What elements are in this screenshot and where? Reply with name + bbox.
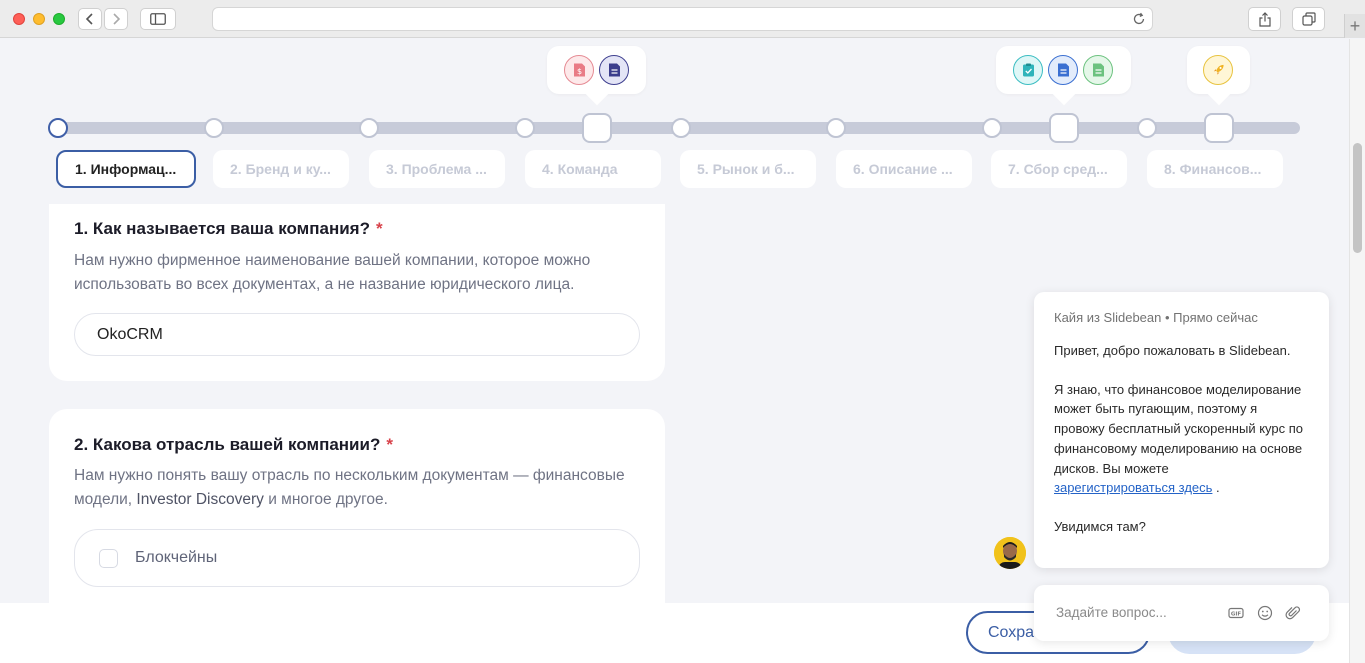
step-3-node[interactable]: [359, 118, 379, 138]
zoom-window-button[interactable]: [53, 13, 65, 25]
rocket-icon: [1203, 55, 1233, 85]
question-title: 1. Как называется ваша компания? *: [74, 219, 383, 238]
reload-icon[interactable]: [1132, 12, 1146, 26]
browser-toolbar: +: [0, 0, 1365, 38]
question-description: Нам нужно фирменное наименование вашей к…: [74, 252, 591, 293]
step-4a-node[interactable]: [515, 118, 535, 138]
gif-icon[interactable]: GIF: [1228, 605, 1244, 621]
share-icon: [1258, 11, 1271, 27]
avatar: [994, 537, 1026, 569]
chevron-right-icon: [113, 13, 121, 25]
back-button[interactable]: [78, 8, 102, 30]
document-green-icon: [1083, 55, 1113, 85]
close-window-button[interactable]: [13, 13, 25, 25]
svg-text:$: $: [576, 67, 581, 76]
forward-button[interactable]: [104, 8, 128, 30]
checkbox[interactable]: [99, 548, 118, 568]
share-button[interactable]: [1248, 7, 1281, 31]
company-name-input[interactable]: OkoCRM: [74, 313, 640, 356]
signup-link[interactable]: зарегистрироваться здесь: [1054, 480, 1212, 495]
step-7-milestone[interactable]: [1049, 113, 1079, 143]
tab-step-1[interactable]: 1. Информац...: [56, 150, 196, 188]
clipboard-check-icon: [1013, 55, 1043, 85]
tab-step-4[interactable]: 4. Команда: [525, 150, 661, 188]
sidebar-icon: [150, 13, 166, 25]
step-7-icons-bubble: [996, 46, 1131, 106]
chat-closing: Увидимся там?: [1054, 518, 1146, 534]
tab-step-6[interactable]: 6. Описание ...: [836, 150, 972, 188]
step-4-milestone[interactable]: [582, 113, 612, 143]
step-8a-node[interactable]: [1137, 118, 1157, 138]
step-2-node[interactable]: [204, 118, 224, 138]
required-mark: *: [386, 435, 393, 454]
chat-input-placeholder: Задайте вопрос...: [1056, 605, 1167, 620]
tabs-overview-button[interactable]: [1292, 7, 1325, 31]
plus-icon: +: [1349, 16, 1361, 36]
step-8-milestone[interactable]: [1204, 113, 1234, 143]
tab-step-8[interactable]: 8. Финансов...: [1147, 150, 1283, 188]
chat-message: Я знаю, что финансовое моделирование мож…: [1054, 381, 1303, 496]
new-tab-button[interactable]: +: [1344, 14, 1365, 38]
question-title: 2. Какова отрасль вашей компании? *: [74, 435, 393, 454]
chat-sender-meta: Кайя из Slidebean • Прямо сейчас: [1054, 310, 1258, 325]
tabs-icon: [1301, 12, 1316, 26]
step-7a-node[interactable]: [982, 118, 1002, 138]
svg-text:GIF: GIF: [1231, 612, 1242, 618]
question-card-company-name: 1. Как называется ваша компания? * Нам ну…: [49, 204, 665, 381]
step-6-node[interactable]: [826, 118, 846, 138]
question-description: Нам нужно понять вашу отрасль по несколь…: [74, 467, 625, 508]
step-1-node[interactable]: [48, 118, 68, 138]
step-5-node[interactable]: [671, 118, 691, 138]
step-8-icons-bubble: [1187, 46, 1250, 106]
chat-input[interactable]: Задайте вопрос... GIF: [1034, 585, 1329, 641]
scrollbar-thumb[interactable]: [1353, 143, 1362, 253]
step-4-icons-bubble: $: [547, 46, 646, 106]
question-card-industry: 2. Какова отрасль вашей компании? * Нам н…: [49, 409, 665, 629]
option-label: Блокчейны: [135, 549, 218, 566]
attachment-icon[interactable]: [1285, 605, 1301, 621]
page-scrollbar[interactable]: [1349, 39, 1365, 663]
industry-option-blockchain[interactable]: Блокчейны: [74, 529, 640, 587]
tab-step-2[interactable]: 2. Бренд и ку...: [213, 150, 349, 188]
required-mark: *: [375, 219, 383, 238]
dollar-document-icon: $: [564, 55, 594, 85]
emoji-icon[interactable]: [1257, 605, 1273, 621]
chat-message-card: Кайя из Slidebean • Прямо сейчас Привет,…: [1034, 292, 1329, 568]
sidebar-toggle-button[interactable]: [140, 8, 176, 30]
document-blue-icon: [1048, 55, 1078, 85]
minimize-window-button[interactable]: [33, 13, 45, 25]
tab-step-7[interactable]: 7. Сбор сред...: [991, 150, 1127, 188]
chevron-left-icon: [85, 13, 93, 25]
document-icon: [599, 55, 629, 85]
address-bar[interactable]: [212, 7, 1153, 31]
tab-step-5[interactable]: 5. Рынок и б...: [680, 150, 816, 188]
chat-greeting: Привет, добро пожаловать в Slidebean.: [1054, 343, 1291, 358]
tab-step-3[interactable]: 3. Проблема ...: [369, 150, 505, 188]
